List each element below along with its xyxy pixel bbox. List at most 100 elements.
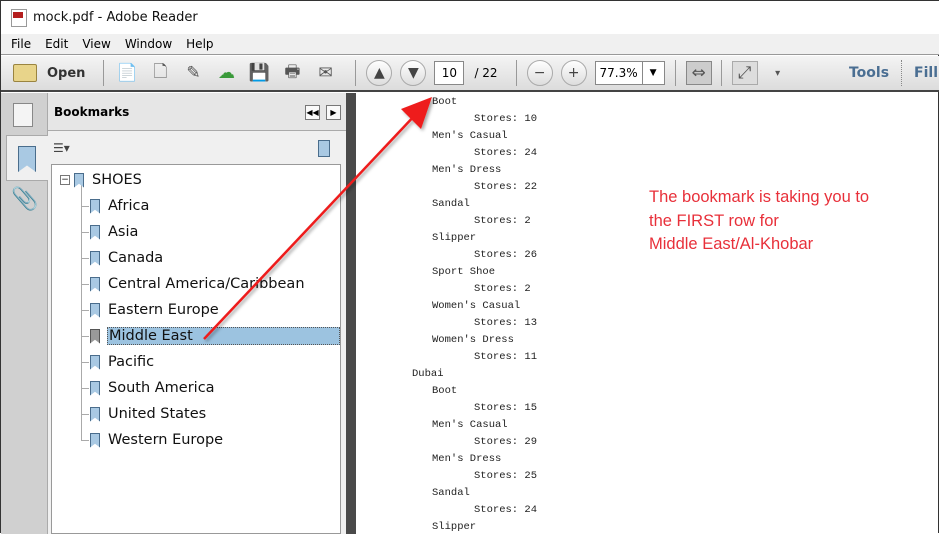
bookmark-label: Pacific [108,354,155,370]
document-line: Stores: 29 [474,436,538,448]
menu-file[interactable]: File [1,37,37,51]
tree-line [81,335,89,337]
tree-line [81,361,89,363]
annotation-note: The bookmark is taking you to the FIRST … [649,186,869,257]
navigation-strip: 📎 [1,93,49,534]
expand-bookmark-icon[interactable] [318,140,330,157]
bookmark-icon [90,250,100,266]
bookmark-icon [74,172,84,188]
separator [901,60,903,86]
bookmarks-title: Bookmarks [54,105,130,119]
open-button[interactable]: Open [13,64,85,82]
email-icon[interactable]: ✉ [312,61,338,85]
bookmark-icon [90,406,100,422]
fit-width-icon[interactable]: ⇔ [685,61,712,85]
cloud-upload-icon[interactable]: ☁ [213,61,239,85]
menu-view[interactable]: View [72,37,116,51]
bookmark-tree: − SHOES Africa Asia Canada Central America/… [51,164,341,534]
create-pdf-icon[interactable]: 📄 [114,61,140,85]
tree-line [81,309,89,311]
fill-sign-button[interactable]: Fill [914,65,938,81]
bookmark-icon [90,198,100,214]
bookmark-item[interactable]: South America [81,377,215,399]
combine-icon[interactable]: 🗋 [147,61,173,85]
bookmark-icon [90,224,100,240]
bookmark-label: South America [108,380,215,396]
document-line: Boot [432,385,458,397]
bookmark-label: Eastern Europe [108,302,219,318]
bookmark-root[interactable]: − SHOES [60,169,142,191]
title-bar: mock.pdf - Adobe Reader [1,1,939,34]
document-line: Stores: 11 [474,351,538,363]
expand-panel-button[interactable]: ▶ [326,105,341,120]
bookmark-label: Middle East [107,327,340,345]
document-line: Stores: 2 [474,215,531,227]
sign-icon[interactable]: ✎ [180,61,206,85]
document-line: Dubai [412,368,444,380]
collapse-icon[interactable]: − [60,175,70,185]
zoom-input[interactable]: 77.3% [594,61,643,85]
document-line: Sandal [432,487,470,499]
bookmark-item[interactable]: Pacific [81,351,154,373]
menu-edit[interactable]: Edit [35,37,74,51]
bookmark-icon [90,432,100,448]
separator [674,60,676,86]
document-page: Boot Stores: 10 Men's Casual Stores: 24 Men'… [356,93,938,534]
page-total: / 22 [474,66,498,80]
bookmark-icon [90,302,100,318]
document-line: Sport Shoe [432,266,496,278]
document-line: Boot [432,96,458,108]
separator [103,60,105,86]
bookmark-label: Central America/Caribbean [108,276,305,292]
tree-line [81,413,89,415]
separator [355,60,357,86]
panel-splitter[interactable] [346,93,356,534]
bookmark-item[interactable]: Canada [81,247,163,269]
document-line: Stores: 25 [474,470,538,482]
bookmarks-panel: Bookmarks ◀◀ ▶ ☰▾ − SHOES Africa Asia Cana… [48,93,346,534]
document-line: Slipper [432,521,477,533]
tree-line [81,439,89,441]
bookmark-label: Asia [108,224,139,240]
document-line: Stores: 26 [474,249,538,261]
collapse-panel-button[interactable]: ◀◀ [305,105,320,120]
bookmark-icon [18,146,36,172]
print-icon[interactable]: 🖶 [279,61,305,85]
bookmark-item[interactable]: Western Europe [81,429,223,451]
pdf-icon [11,8,27,27]
toolbar: Open 📄 🗋 ✎ ☁ 💾 🖶 ✉ ▲ ▼ 10 / 22 − + 77.3%… [1,56,939,92]
document-line: Men's Dress [432,453,502,465]
pages-icon[interactable] [13,103,33,127]
next-page-button[interactable]: ▼ [400,60,427,86]
bookmark-item[interactable]: Africa [81,195,149,217]
bookmark-item[interactable]: Asia [81,221,138,243]
bookmark-label: Africa [108,198,150,214]
window-title: mock.pdf - Adobe Reader [33,10,198,25]
document-line: Sandal [432,198,470,210]
bookmark-item[interactable]: Middle East [81,325,340,347]
attachments-icon[interactable]: 📎 [11,187,38,212]
bookmark-item[interactable]: Central America/Caribbean [81,273,305,295]
zoom-out-button[interactable]: − [526,60,553,86]
previous-page-button[interactable]: ▲ [366,60,393,86]
bookmark-icon [90,380,100,396]
document-line: Men's Dress [432,164,502,176]
tree-line [81,231,89,233]
menu-window[interactable]: Window [115,37,178,51]
document-line: Men's Casual [432,419,508,431]
zoom-dropdown-chevron-icon[interactable]: ▼ [642,61,665,85]
document-line: Slipper [432,232,477,244]
save-icon[interactable]: 💾 [246,61,272,85]
fullscreen-icon[interactable]: ⤢ [731,61,758,85]
options-menu-icon[interactable]: ☰▾ [53,141,70,155]
more-tools-chevron-icon[interactable]: ▾ [765,61,791,85]
bookmark-item[interactable]: Eastern Europe [81,299,219,321]
bookmarks-tab[interactable] [6,135,49,181]
separator [720,60,722,86]
tools-button[interactable]: Tools [849,65,889,81]
bookmark-icon [90,354,100,370]
zoom-in-button[interactable]: + [560,60,587,86]
menu-help[interactable]: Help [176,37,219,51]
bookmark-item[interactable]: United States [81,403,206,425]
page-number-input[interactable]: 10 [434,61,465,85]
